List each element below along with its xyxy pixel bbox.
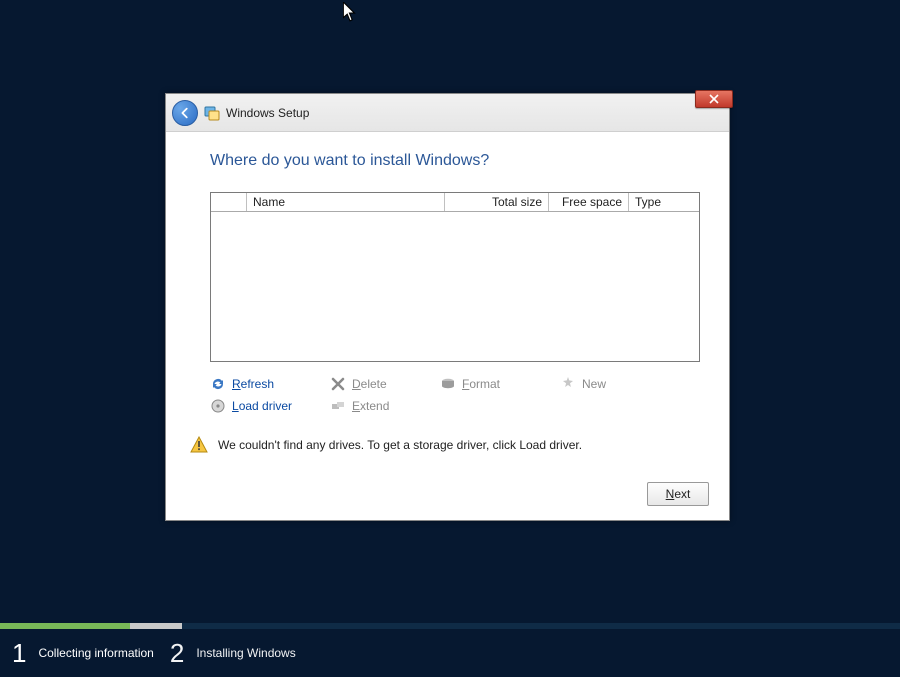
step-2-label: Installing Windows bbox=[196, 647, 295, 659]
col-type[interactable]: Type bbox=[629, 193, 699, 211]
format-icon bbox=[440, 376, 456, 392]
windows-setup-icon bbox=[204, 105, 220, 121]
refresh-label: efresh bbox=[241, 377, 274, 391]
page-heading: Where do you want to install Windows? bbox=[210, 152, 685, 170]
back-button[interactable] bbox=[172, 100, 198, 126]
load-driver-icon bbox=[210, 398, 226, 414]
step-1: 1 Collecting information bbox=[4, 638, 162, 669]
next-label: ext bbox=[674, 487, 690, 501]
table-body[interactable] bbox=[211, 212, 699, 361]
format-link: Format bbox=[440, 376, 560, 392]
refresh-icon bbox=[210, 376, 226, 392]
new-link: New bbox=[560, 376, 670, 392]
titlebar: Windows Setup bbox=[166, 94, 729, 132]
dialog-body: Where do you want to install Windows? Na… bbox=[166, 132, 729, 520]
back-arrow-icon bbox=[178, 106, 192, 120]
setup-footer: 1 Collecting information 2 Installing Wi… bbox=[0, 629, 900, 677]
load-driver-label: oad driver bbox=[239, 399, 292, 413]
close-icon bbox=[709, 94, 719, 104]
new-label: New bbox=[582, 377, 606, 391]
close-button[interactable] bbox=[695, 90, 733, 108]
load-driver-link[interactable]: Load driver bbox=[210, 398, 330, 414]
window-title: Windows Setup bbox=[226, 106, 309, 120]
mouse-cursor-icon bbox=[343, 2, 357, 22]
next-button[interactable]: Next bbox=[647, 482, 709, 506]
col-name[interactable]: Name bbox=[247, 193, 445, 211]
step-2-number: 2 bbox=[170, 638, 184, 669]
extend-icon bbox=[330, 398, 346, 414]
delete-icon bbox=[330, 376, 346, 392]
drive-actions: Refresh Delete Format New bbox=[210, 376, 685, 414]
extend-link: Extend bbox=[330, 398, 440, 414]
delete-label: elete bbox=[361, 377, 387, 391]
col-free[interactable]: Free space bbox=[549, 193, 629, 211]
table-header: Name Total size Free space Type bbox=[211, 193, 699, 212]
delete-link: Delete bbox=[330, 376, 440, 392]
refresh-link[interactable]: Refresh bbox=[210, 376, 330, 392]
format-label: ormat bbox=[469, 377, 500, 391]
step-2: 2 Installing Windows bbox=[162, 638, 304, 669]
warning-row: We couldn't find any drives. To get a st… bbox=[190, 436, 685, 454]
step-1-label: Collecting information bbox=[38, 647, 153, 659]
windows-setup-dialog: Windows Setup Where do you want to insta… bbox=[165, 93, 730, 521]
new-icon bbox=[560, 376, 576, 392]
col-icon[interactable] bbox=[211, 193, 247, 211]
extend-label: xtend bbox=[360, 399, 389, 413]
drive-table: Name Total size Free space Type bbox=[210, 192, 700, 362]
col-total[interactable]: Total size bbox=[445, 193, 549, 211]
step-1-number: 1 bbox=[12, 638, 26, 669]
warning-text: We couldn't find any drives. To get a st… bbox=[218, 438, 582, 452]
warning-icon bbox=[190, 436, 208, 454]
